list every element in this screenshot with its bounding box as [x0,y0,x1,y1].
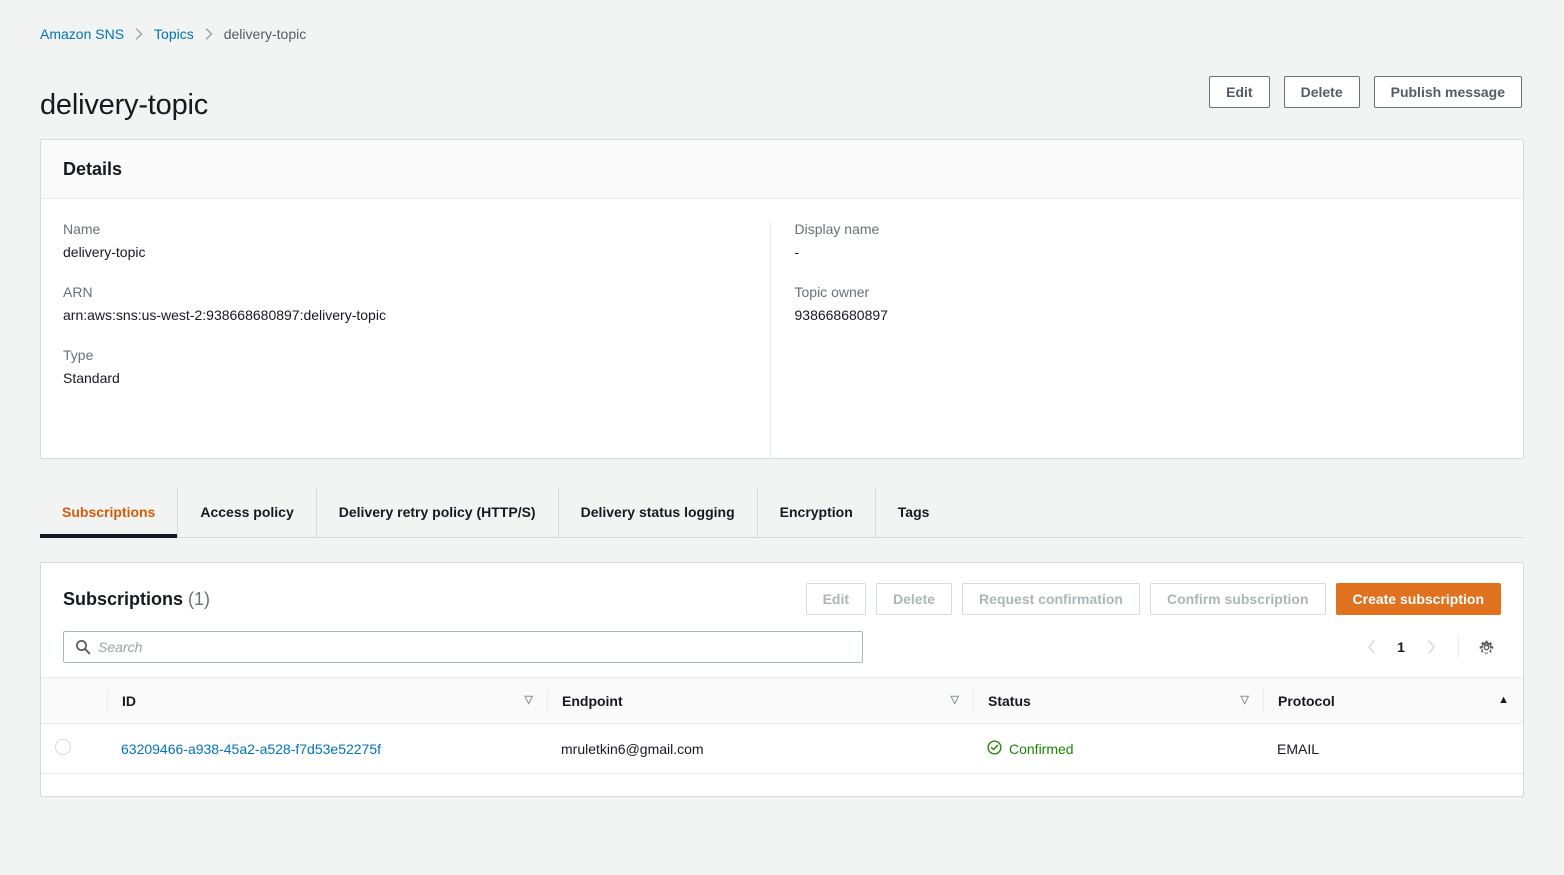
sort-icon-id[interactable]: ▽ [525,695,533,706]
field-name-value: delivery-topic [63,244,146,260]
details-column-right: Display name - Topic owner 938668680897 [769,221,1502,458]
subscriptions-title: Subscriptions (1) [63,589,210,610]
field-topic-owner: Topic owner 938668680897 [795,284,1478,323]
chevron-right-icon[interactable] [1416,632,1446,662]
tab-delivery-retry-policy[interactable]: Delivery retry policy (HTTP/S) [315,487,558,537]
column-header-id-label: ID [122,692,136,709]
tab-subscriptions[interactable]: Subscriptions [40,487,178,538]
tab-bar: Subscriptions Access policy Delivery ret… [40,487,1524,538]
check-circle-icon [987,739,1002,758]
breadcrumb-item-current: delivery-topic [223,26,307,42]
field-arn-label: ARN [63,284,93,300]
search-input[interactable] [64,632,862,662]
tab-access-policy[interactable]: Access policy [177,487,315,537]
sns-topic-detail-page: Amazon SNS Topics delivery-topic deliver… [0,0,1564,875]
field-name-label: Name [63,221,101,237]
confirm-subscription-button[interactable]: Confirm subscription [1149,583,1326,615]
subscriptions-table: ID ▽ Endpoint ▽ Status ▽ Protocol ▲ 6320… [41,677,1523,774]
field-topic-owner-value: 938668680897 [794,307,888,323]
search-icon [75,639,91,660]
subscriptions-card: Subscriptions (1) Edit Delete Request co… [40,562,1524,797]
field-type-label: Type [63,347,94,363]
row-select-cell [41,723,107,774]
column-header-status[interactable]: Status ▽ [973,677,1263,724]
tab-encryption[interactable]: Encryption [756,487,875,537]
field-name: Name delivery-topic [63,221,746,260]
details-card-header: Details [41,140,1523,199]
details-column-left: Name delivery-topic ARN arn:aws:sns:us-w… [63,221,770,458]
details-card: Details Name delivery-topic ARN arn:aws:… [40,139,1524,459]
subscriptions-count: (1) [188,588,211,609]
pagination-divider [1458,636,1459,658]
create-subscription-button[interactable]: Create subscription [1335,583,1501,615]
row-radio-button[interactable] [55,739,71,755]
details-heading: Details [63,158,123,179]
cell-id: 63209466-a938-45a2-a528-f7d53e52275f [107,723,547,774]
breadcrumb-item-topics[interactable]: Topics [154,26,194,42]
column-header-endpoint[interactable]: Endpoint ▽ [547,677,973,724]
column-header-protocol[interactable]: Protocol ▲ [1263,677,1523,724]
table-row[interactable]: 63209466-a938-45a2-a528-f7d53e52275f mru… [41,723,1523,774]
column-header-protocol-label: Protocol [1278,692,1335,709]
breadcrumb: Amazon SNS Topics delivery-topic [40,26,306,42]
status-badge: Confirmed [1009,740,1074,757]
sort-icon-protocol-ascending[interactable]: ▲ [1498,695,1509,706]
tab-tags[interactable]: Tags [874,487,952,537]
field-arn-value: arn:aws:sns:us-west-2:938668680897:deliv… [63,307,386,323]
column-header-id[interactable]: ID ▽ [107,677,547,724]
table-header-row: ID ▽ Endpoint ▽ Status ▽ Protocol ▲ [41,677,1523,724]
field-type-value: Standard [63,370,120,386]
chevron-left-icon[interactable] [1356,632,1386,662]
column-header-status-label: Status [988,692,1031,709]
search-row: 1 [41,615,1523,677]
pagination-page-1[interactable]: 1 [1388,639,1414,655]
subscriptions-toolbar: Subscriptions (1) Edit Delete Request co… [41,563,1523,615]
breadcrumb-item-amazon-sns[interactable]: Amazon SNS [40,26,124,42]
header-actions: Edit Delete Publish message [1209,76,1522,108]
column-header-endpoint-label: Endpoint [562,692,623,709]
cell-status: Confirmed [973,723,1263,774]
details-body: Name delivery-topic ARN arn:aws:sns:us-w… [41,199,1523,458]
field-display-name-value: - [794,244,800,260]
chevron-right-icon [124,28,154,40]
publish-message-button[interactable]: Publish message [1373,76,1522,108]
edit-button[interactable]: Edit [1209,76,1270,108]
page-title: delivery-topic [40,89,209,122]
field-topic-owner-label: Topic owner [794,284,870,300]
field-display-name: Display name - [795,221,1478,260]
search-box[interactable] [63,631,863,663]
tab-delivery-status-logging[interactable]: Delivery status logging [557,487,757,537]
subscriptions-title-text: Subscriptions [63,588,184,609]
subscriptions-edit-button[interactable]: Edit [805,583,867,615]
cell-endpoint: mruletkin6@gmail.com [547,723,973,774]
field-type: Type Standard [63,347,746,386]
cell-protocol: EMAIL [1263,723,1523,774]
pagination: 1 [1356,632,1501,662]
sort-icon-status[interactable]: ▽ [1241,695,1249,706]
sort-icon-endpoint[interactable]: ▽ [951,695,959,706]
gear-icon[interactable] [1471,632,1501,662]
column-select-all [41,677,107,724]
request-confirmation-button[interactable]: Request confirmation [962,583,1140,615]
delete-button[interactable]: Delete [1283,76,1360,108]
subscription-id-link[interactable]: 63209466-a938-45a2-a528-f7d53e52275f [121,741,381,757]
field-display-name-label: Display name [794,221,880,237]
subscriptions-actions: Edit Delete Request confirmation Confirm… [805,583,1501,615]
chevron-right-icon [194,28,224,40]
field-arn: ARN arn:aws:sns:us-west-2:938668680897:d… [63,284,746,323]
subscriptions-delete-button[interactable]: Delete [876,583,953,615]
